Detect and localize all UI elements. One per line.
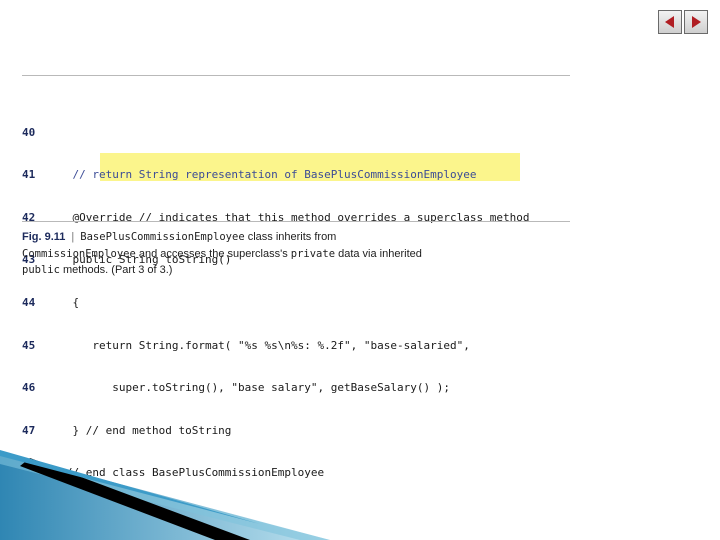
code-top-divider <box>22 75 570 76</box>
triangle-left-icon <box>665 16 674 28</box>
code-text: return String.format( "%s %s\n%s: %.2f",… <box>46 338 470 352</box>
line-number: 44 <box>22 295 36 309</box>
class-name: CommissionEmployee <box>22 247 136 260</box>
caption-text: and accesses the superclass's <box>135 247 291 260</box>
previous-slide-button[interactable] <box>658 10 682 34</box>
keyword: public <box>22 264 60 277</box>
caption-text: methods. (Part 3 of 3.) <box>59 264 173 277</box>
line-number: 40 <box>22 125 36 139</box>
caption-text: class inherits from <box>244 231 337 243</box>
code-text: { <box>46 295 80 309</box>
next-slide-button[interactable] <box>684 10 708 34</box>
code-line: 46 super.toString(), "base salary", getB… <box>22 381 570 395</box>
slide-navigation <box>658 10 708 34</box>
line-number: 42 <box>22 210 36 224</box>
figure-caption: Fig. 9.11 | BasePlusCommissionEmployee cla… <box>22 229 472 279</box>
code-listing: 40 41 // return String representation of… <box>22 83 570 495</box>
code-line: 42 @Override // indicates that this meth… <box>22 211 570 225</box>
code-text: // return String representation of BaseP… <box>46 168 477 182</box>
triangle-right-icon <box>692 16 701 28</box>
line-number: 47 <box>22 423 36 437</box>
code-line: 44 { <box>22 296 570 310</box>
code-line: 41 // return String representation of Ba… <box>22 168 570 182</box>
code-bottom-divider <box>22 221 570 222</box>
line-number: 41 <box>22 168 36 182</box>
code-text: super.toString(), "base salary", getBase… <box>46 381 450 395</box>
keyword: private <box>290 247 336 260</box>
line-number: 45 <box>22 338 36 352</box>
line-number: 46 <box>22 381 36 395</box>
figure-number: Fig. 9.11 <box>22 231 66 243</box>
code-line: 40 <box>22 126 570 140</box>
code-line: 47 } // end method toString <box>22 424 570 438</box>
code-line: 45 return String.format( "%s %s\n%s: %.2… <box>22 339 570 353</box>
caption-separator: | <box>71 231 75 243</box>
class-name: BasePlusCommissionEmployee <box>80 231 245 243</box>
code-text: } // end method toString <box>46 423 232 437</box>
slide-corner-decoration <box>0 450 330 540</box>
caption-text: data via inherited <box>335 247 422 260</box>
